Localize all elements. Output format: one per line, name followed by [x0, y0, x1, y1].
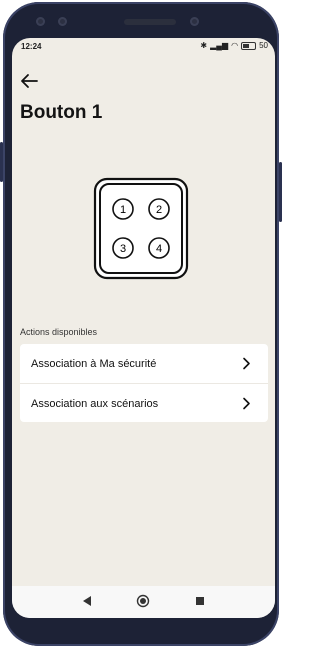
chevron-right-icon [243, 357, 250, 370]
nav-recent-icon[interactable] [196, 597, 204, 605]
page-title: Bouton 1 [20, 102, 103, 123]
section-label: Actions disponibles [20, 327, 98, 337]
battery-icon [241, 41, 257, 50]
earpiece-speaker [124, 19, 176, 25]
wifi-icon: ◠ [231, 41, 239, 50]
action-label: Association à Ma sécurité [31, 357, 157, 370]
bluetooth-icon: ✱ [200, 41, 208, 50]
app-screen: 12:24 ✱ ▂▄▆ ◠ 50 Bouton 1 1 2 3 4 Action… [12, 38, 275, 618]
status-bar: 12:24 ✱ ▂▄▆ ◠ 50 [12, 38, 275, 56]
remote-button-label: 3 [120, 243, 126, 255]
front-sensor [58, 17, 67, 26]
front-camera [190, 17, 199, 26]
action-association-securite[interactable]: Association à Ma sécurité [20, 344, 268, 383]
remote-control-icon: 1 2 3 4 [93, 177, 189, 280]
status-time: 12:24 [21, 42, 42, 51]
action-association-scenarios[interactable]: Association aux scénarios [20, 384, 268, 423]
nav-home-icon[interactable] [136, 594, 150, 608]
phone-side-button [279, 162, 282, 222]
remote-button-label: 1 [120, 204, 126, 216]
phone-side-button [0, 142, 3, 182]
chevron-right-icon [243, 397, 250, 410]
action-label: Association aux scénarios [31, 397, 159, 410]
remote-button-label: 2 [156, 204, 162, 216]
back-arrow-icon[interactable] [19, 72, 41, 90]
actions-list: Association à Ma sécurité Association au… [20, 344, 268, 422]
signal-icon: ▂▄▆ [210, 41, 229, 50]
nav-back-icon[interactable] [82, 595, 92, 607]
phone-frame: 12:24 ✱ ▂▄▆ ◠ 50 Bouton 1 1 2 3 4 Action… [0, 2, 282, 646]
remote-button-label: 4 [156, 243, 162, 255]
system-nav-bar [12, 586, 275, 618]
status-icons: ✱ ▂▄▆ ◠ 50 [200, 41, 268, 50]
battery-level: 50 [259, 41, 268, 50]
front-camera [36, 17, 45, 26]
